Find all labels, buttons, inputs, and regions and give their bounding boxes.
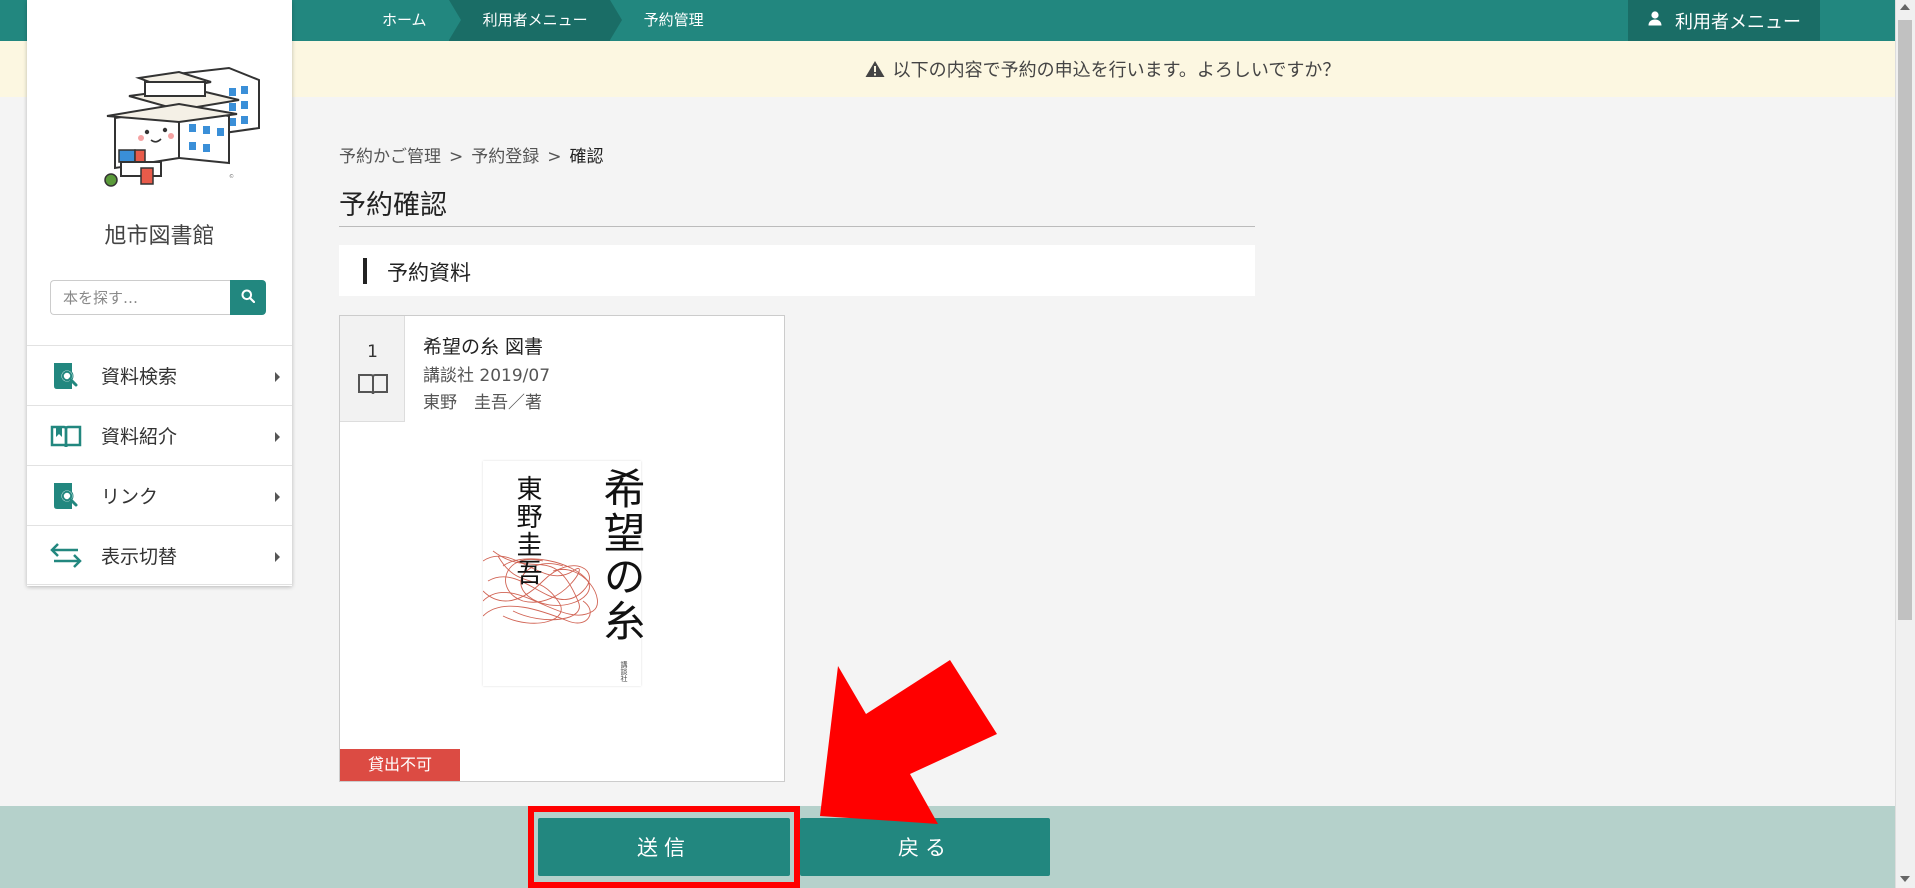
sidebar-item-label: 資料検索 [101,366,178,388]
breadcrumb-home[interactable]: ホーム [360,0,461,41]
scroll-up-icon[interactable] [1900,4,1910,10]
section-label: 予約資料 [387,261,471,285]
cover-title: 希望の糸 [597,467,646,643]
caret-right-icon [275,492,280,502]
user-icon [1647,10,1663,31]
notice-text: 以下の内容で予約の申込を行います。よろしいですか？ [892,60,1341,81]
sidebar-item-label: リンク [101,486,159,508]
breadcrumb: ホーム 利用者メニュー 予約管理 [360,0,726,41]
red-arrow-pointer-icon [820,660,997,824]
search-book-icon [49,481,83,511]
svg-text:©: © [229,173,234,180]
sidebar-item-material-intro[interactable]: 資料紹介 [27,405,292,465]
cover-publisher: 講談社 [620,661,628,682]
book-author: 東野 圭吾／著 [423,393,542,413]
library-name: 旭市図書館 [104,224,215,249]
breadcrumb-reservation-management: 予約管理 [643,11,704,29]
sidebar: © 旭市図書館 資料検索 資料紹介 リンク [27,0,292,586]
caret-right-icon [275,552,280,562]
swap-arrows-icon [49,540,83,570]
caret-right-icon [275,432,280,442]
sidebar-item-label: 資料紹介 [101,426,178,448]
search-input[interactable] [50,280,230,315]
open-book-icon [49,421,83,451]
reserved-item-card: 1 希望の糸 図書 講談社 2019/07 東野 圭吾／著 東野圭吾 希望の糸 … [339,315,785,782]
sidebar-nav: 資料検索 資料紹介 リンク 表示切替 [27,345,292,585]
path-item-register[interactable]: 予約登録 [471,147,539,167]
breadcrumb-user-menu[interactable]: 利用者メニュー [448,0,622,41]
sidebar-item-label: 表示切替 [101,545,178,568]
scrollbar-thumb[interactable] [1898,20,1912,620]
section-header: 予約資料 [339,245,1255,296]
user-menu-label: 利用者メニュー [1675,11,1801,33]
sidebar-item-material-search[interactable]: 資料検索 [27,345,292,405]
page-breadcrumb: 予約かご管理 > 予約登録 > 確認 [339,142,604,167]
caret-right-icon [275,372,280,382]
status-badge: 貸出不可 [340,749,460,781]
sidebar-item-display-switch[interactable]: 表示切替 [27,525,292,585]
page-title: 予約確認 [339,190,447,221]
title-divider [339,226,1255,227]
book-publisher-date: 講談社 2019/07 [423,366,551,386]
path-item-basket[interactable]: 予約かご管理 [339,147,441,167]
search-icon [241,288,256,307]
search-button[interactable] [230,280,266,315]
book-title[interactable]: 希望の糸 図書 [423,332,543,359]
warning-icon [865,60,885,78]
send-button-highlight [528,806,800,888]
scroll-down-icon[interactable] [1900,876,1910,882]
book-icon [357,372,389,400]
cover-author: 東野圭吾 [512,475,542,587]
path-item-confirm: 確認 [569,147,604,167]
section-marker [363,258,367,284]
book-cover-image: 東野圭吾 希望の糸 講談社 [483,461,646,686]
library-logo[interactable]: © [79,58,269,188]
path-separator: > [547,147,562,167]
user-menu-button[interactable]: 利用者メニュー [1628,0,1820,41]
item-number-cell: 1 [340,316,405,422]
path-separator: > [449,147,464,167]
item-number: 1 [367,342,378,362]
sidebar-item-links[interactable]: リンク [27,465,292,525]
search-book-icon [49,361,83,391]
